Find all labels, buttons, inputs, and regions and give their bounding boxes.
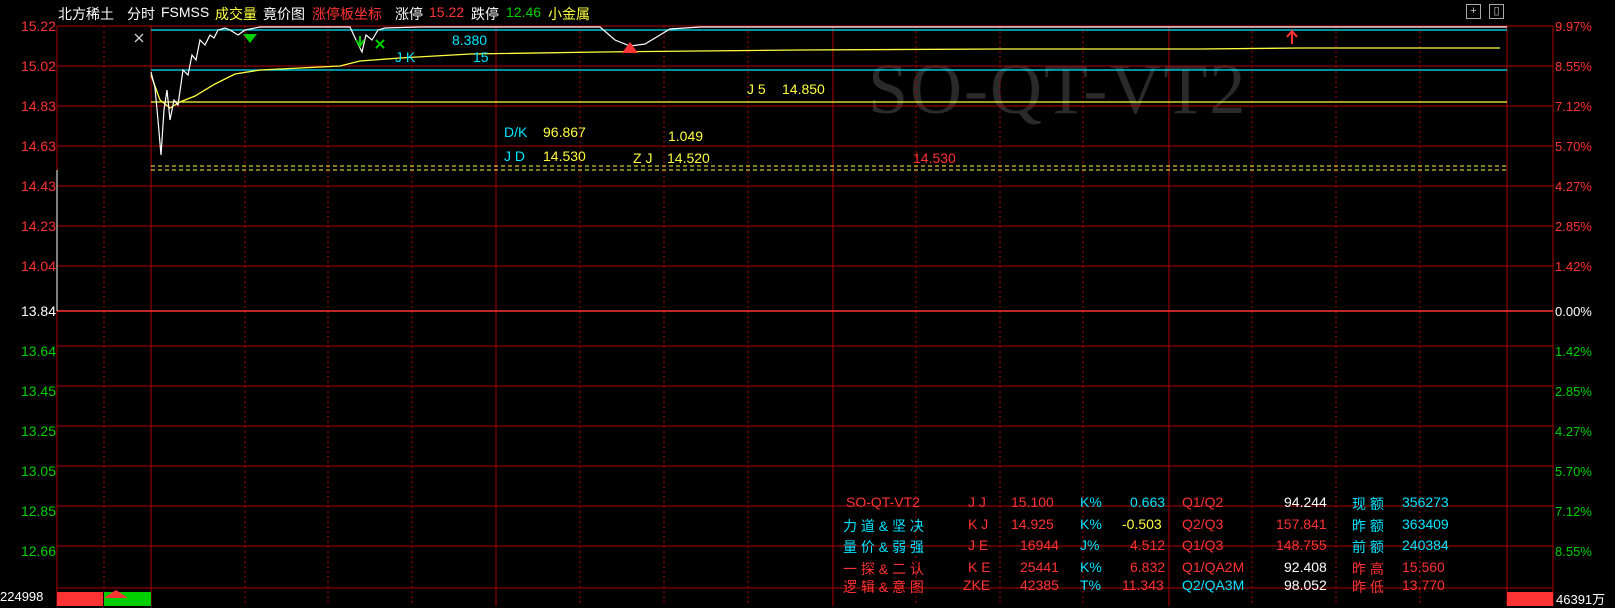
- table-cell: 逻 辑 & 意 图: [843, 579, 924, 595]
- up-arrow-icon: [1286, 29, 1298, 44]
- table-cell: ZKE: [963, 577, 991, 593]
- table-cell: 42385: [1020, 577, 1059, 593]
- table-cell: 量 价 & 弱 强: [843, 539, 924, 555]
- price-axis-left-12: 12.85: [20, 503, 56, 519]
- table-cell: 4.512: [1130, 537, 1166, 553]
- table-cell: K%: [1080, 494, 1102, 510]
- jk-label: J K: [395, 49, 416, 65]
- table-cell: 前 额: [1352, 539, 1384, 555]
- price-axis-left-9: 13.45: [20, 383, 56, 399]
- pct-axis-right-2: 7.12%: [1555, 99, 1592, 114]
- table-cell: Q1/QA2M: [1182, 559, 1245, 575]
- j5-label: J 5: [747, 81, 766, 97]
- price-axis-left-7: 13.84: [20, 303, 56, 319]
- table-cell: K%: [1080, 559, 1102, 575]
- table-cell: 15.560: [1402, 559, 1445, 575]
- table-cell: 11.343: [1122, 577, 1164, 593]
- volume-bar-close: [1507, 592, 1553, 606]
- table-cell: 25441: [1020, 559, 1059, 575]
- table-cell: K J: [968, 516, 989, 532]
- jk-value-8380: 8.380: [452, 32, 488, 48]
- pct-axis-right-13: 8.55%: [1555, 544, 1592, 559]
- j5-value: 14.850: [782, 81, 825, 97]
- table-cell: 昨 额: [1352, 518, 1384, 534]
- table-cell: 148.755: [1276, 537, 1327, 553]
- pct-axis-right-6: 1.42%: [1555, 259, 1592, 274]
- pct-axis-right-9: 2.85%: [1555, 384, 1592, 399]
- table-cell: J J: [968, 494, 986, 510]
- table-cell: 94.244: [1284, 494, 1327, 510]
- jk-value-15: 15: [473, 49, 489, 65]
- table-cell: 240384: [1402, 537, 1449, 553]
- pct-axis-right-1: 8.55%: [1555, 59, 1592, 74]
- table-cell: 昨 高: [1352, 561, 1384, 577]
- price-axis-left-0: 15.22: [20, 18, 56, 34]
- grid: [56, 25, 1554, 606]
- table-cell: 昨 低: [1352, 579, 1384, 595]
- pct-axis-right-12: 7.12%: [1555, 504, 1592, 519]
- table-cell: Q2/Q3: [1182, 516, 1224, 532]
- pct-axis-right-11: 5.70%: [1555, 464, 1592, 479]
- table-cell: K E: [968, 559, 991, 575]
- volume-bar-auction-up: [57, 592, 103, 606]
- table-cell: -0.503: [1122, 516, 1162, 532]
- table-cell: J E: [968, 537, 989, 553]
- dk-value: 96.867: [543, 124, 586, 140]
- pct-axis-right-8: 1.42%: [1555, 344, 1592, 359]
- price-axis-left-2: 14.83: [20, 98, 56, 114]
- table-cell: T%: [1080, 577, 1101, 593]
- price-axis-left-6: 14.04: [20, 258, 56, 274]
- table-cell: 6.832: [1130, 559, 1166, 575]
- price-axis-left-1: 15.02: [20, 58, 56, 74]
- table-cell: Q2/QA3M: [1182, 577, 1245, 593]
- down-arrow-icon: [355, 36, 365, 48]
- table-cell: Q1/Q3: [1182, 537, 1224, 553]
- annotation-1049: 1.049: [668, 128, 704, 144]
- zj-label: Z J: [633, 150, 653, 166]
- zj-value: 14.520: [667, 150, 710, 166]
- volume-left-value: 224998: [0, 589, 44, 604]
- volume-right-value: 46391万: [1556, 592, 1606, 607]
- table-cell: 0.663: [1130, 494, 1166, 510]
- table-cell: 157.841: [1276, 516, 1327, 532]
- price-axis-left-10: 13.25: [20, 423, 56, 439]
- x-marker-icon: [375, 39, 385, 49]
- pct-axis-right-3: 5.70%: [1555, 139, 1592, 154]
- pct-axis-right-0: 9.97%: [1555, 19, 1592, 34]
- jd-label: J D: [504, 148, 525, 164]
- price-axis-left-11: 13.05: [20, 463, 56, 479]
- price-axis-left-4: 14.43: [20, 178, 56, 194]
- price-axis-left-3: 14.63: [20, 138, 56, 154]
- table-cell: 98.052: [1284, 577, 1327, 593]
- table-cell: 92.408: [1284, 559, 1327, 575]
- table-cell: 14.925: [1011, 516, 1054, 532]
- table-cell: 13.770: [1402, 577, 1445, 593]
- price-axis-left-13: 12.66: [20, 543, 56, 559]
- table-cell: 16944: [1020, 537, 1059, 553]
- price-axis-left-5: 14.23: [20, 218, 56, 234]
- table-cell: K%: [1080, 516, 1102, 532]
- table-cell: 363409: [1402, 516, 1449, 532]
- pct-axis-right-4: 4.27%: [1555, 179, 1592, 194]
- pct-axis-right-5: 2.85%: [1555, 219, 1592, 234]
- table-cell: 356273: [1402, 494, 1449, 510]
- pct-axis-right-10: 4.27%: [1555, 424, 1592, 439]
- table-cell: J%: [1080, 537, 1100, 553]
- price-axis-left-8: 13.64: [20, 343, 56, 359]
- table-cell: Q1/Q2: [1182, 494, 1224, 510]
- price-line: [150, 26, 1507, 156]
- close-icon[interactable]: [134, 33, 144, 43]
- pct-axis-right-7: 0.00%: [1555, 304, 1592, 319]
- average-price-line: [150, 47, 1500, 109]
- table-cell: 一 探 & 二 认: [843, 561, 924, 577]
- red-annotation-value: 14.530: [913, 150, 956, 166]
- dk-label: D/K: [504, 124, 528, 140]
- table-cell: 15.100: [1011, 494, 1054, 510]
- jd-value: 14.530: [543, 148, 586, 164]
- table-cell: 力 道 & 坚 决: [843, 518, 924, 534]
- table-cell: 现 额: [1352, 496, 1384, 512]
- table-cell: SO-QT-VT2: [846, 494, 920, 510]
